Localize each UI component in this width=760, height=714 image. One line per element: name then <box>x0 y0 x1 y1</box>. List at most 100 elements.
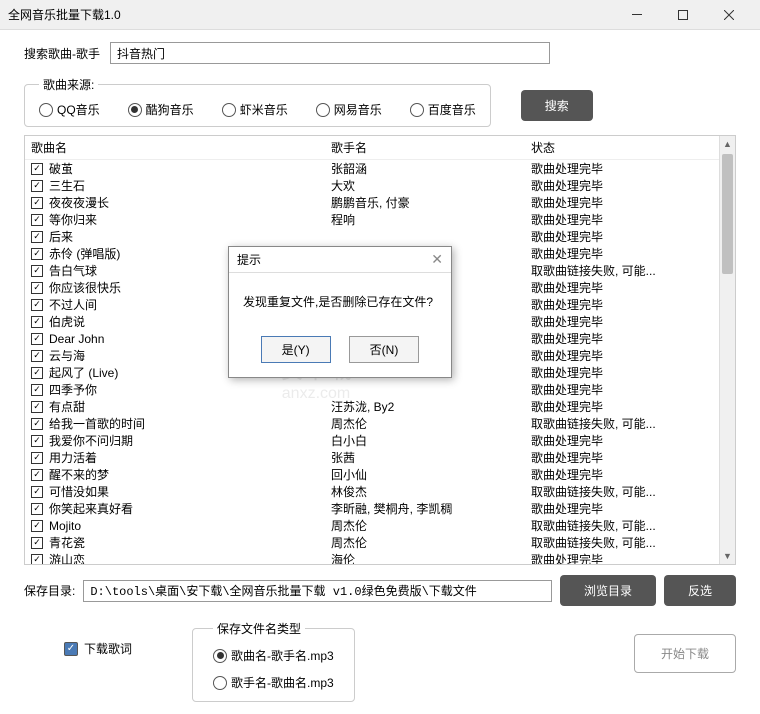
cell-song: 破茧 <box>49 160 331 177</box>
cell-artist: 林俊杰 <box>331 483 531 500</box>
row-checkbox[interactable] <box>31 231 43 243</box>
table-row[interactable]: 用力活着张茜歌曲处理完毕 <box>25 449 719 466</box>
search-input[interactable] <box>110 42 550 64</box>
lyrics-label: 下载歌词 <box>84 640 132 657</box>
row-checkbox[interactable] <box>31 180 43 192</box>
row-checkbox[interactable] <box>31 486 43 498</box>
table-row[interactable]: 可惜没如果林俊杰取歌曲链接失败, 可能... <box>25 483 719 500</box>
minimize-button[interactable] <box>614 0 660 30</box>
cell-status: 歌曲处理完毕 <box>531 330 719 347</box>
table-row[interactable]: 夜夜夜漫长鹏鹏音乐, 付豪歌曲处理完毕 <box>25 194 719 211</box>
radio-icon <box>128 103 142 117</box>
download-lyrics-checkbox[interactable]: ✓ 下载歌词 <box>64 640 132 657</box>
row-checkbox[interactable] <box>31 401 43 413</box>
search-button[interactable]: 搜索 <box>521 90 593 121</box>
row-checkbox[interactable] <box>31 435 43 447</box>
th-song[interactable]: 歌曲名 <box>31 139 331 156</box>
source-radio-1[interactable]: 酷狗音乐 <box>128 101 194 118</box>
cell-status: 歌曲处理完毕 <box>531 296 719 313</box>
cell-status: 歌曲处理完毕 <box>531 551 719 564</box>
table-row[interactable]: 有点甜汪苏泷, By2歌曲处理完毕 <box>25 398 719 415</box>
row-checkbox[interactable] <box>31 163 43 175</box>
cell-song: 三生石 <box>49 177 331 194</box>
dialog-close-icon[interactable]: ✕ <box>431 251 443 268</box>
invert-button[interactable]: 反选 <box>664 575 736 606</box>
row-checkbox[interactable] <box>31 554 43 565</box>
scroll-up-icon[interactable]: ▲ <box>720 136 735 152</box>
cell-status: 歌曲处理完毕 <box>531 313 719 330</box>
cell-artist: 海伦 <box>331 551 531 564</box>
th-status[interactable]: 状态 <box>531 139 719 156</box>
th-artist[interactable]: 歌手名 <box>331 139 531 156</box>
cell-song: 夜夜夜漫长 <box>49 194 331 211</box>
table-row[interactable]: 给我一首歌的时间周杰伦取歌曲链接失败, 可能... <box>25 415 719 432</box>
dialog-yes-button[interactable]: 是(Y) <box>261 336 331 363</box>
row-checkbox[interactable] <box>31 452 43 464</box>
table-row[interactable]: 等你归来程响歌曲处理完毕 <box>25 211 719 228</box>
source-radio-0[interactable]: QQ音乐 <box>39 101 100 118</box>
row-checkbox[interactable] <box>31 384 43 396</box>
source-radio-4[interactable]: 百度音乐 <box>410 101 476 118</box>
dialog-message: 发现重复文件,是否删除已存在文件? <box>243 293 437 310</box>
row-checkbox[interactable] <box>31 350 43 362</box>
table-row[interactable]: 青花瓷周杰伦取歌曲链接失败, 可能... <box>25 534 719 551</box>
radio-icon <box>213 676 227 690</box>
cell-artist: 回小仙 <box>331 466 531 483</box>
dialog-no-button[interactable]: 否(N) <box>349 336 420 363</box>
table-row[interactable]: 你笑起来真好看李昕融, 樊桐舟, 李凯稠歌曲处理完毕 <box>25 500 719 517</box>
radio-icon <box>316 103 330 117</box>
row-checkbox[interactable] <box>31 537 43 549</box>
table-row[interactable]: Mojito周杰伦取歌曲链接失败, 可能... <box>25 517 719 534</box>
browse-button[interactable]: 浏览目录 <box>560 575 656 606</box>
row-checkbox[interactable] <box>31 418 43 430</box>
row-checkbox[interactable] <box>31 265 43 277</box>
row-checkbox[interactable] <box>31 248 43 260</box>
table-row[interactable]: 游山恋海伦歌曲处理完毕 <box>25 551 719 564</box>
row-checkbox[interactable] <box>31 282 43 294</box>
cell-song: 后来 <box>49 228 331 245</box>
filename-radio-1[interactable]: 歌手名-歌曲名.mp3 <box>213 674 334 691</box>
scrollbar[interactable]: ▲ ▼ <box>719 136 735 564</box>
close-button[interactable] <box>706 0 752 30</box>
cell-status: 歌曲处理完毕 <box>531 160 719 177</box>
cell-song: 有点甜 <box>49 398 331 415</box>
table-row[interactable]: 四季予你歌曲处理完毕 <box>25 381 719 398</box>
row-checkbox[interactable] <box>31 520 43 532</box>
table-row[interactable]: 破茧张韶涵歌曲处理完毕 <box>25 160 719 177</box>
scroll-down-icon[interactable]: ▼ <box>720 548 735 564</box>
cell-status: 取歌曲链接失败, 可能... <box>531 415 719 432</box>
row-checkbox[interactable] <box>31 503 43 515</box>
cell-song: 可惜没如果 <box>49 483 331 500</box>
table-row[interactable]: 后来歌曲处理完毕 <box>25 228 719 245</box>
start-download-button[interactable]: 开始下载 <box>634 634 736 673</box>
cell-song: 游山恋 <box>49 551 331 564</box>
filename-radio-0[interactable]: 歌曲名-歌手名.mp3 <box>213 647 334 664</box>
cell-status: 歌曲处理完毕 <box>531 245 719 262</box>
row-checkbox[interactable] <box>31 299 43 311</box>
cell-status: 取歌曲链接失败, 可能... <box>531 517 719 534</box>
save-path-input[interactable] <box>83 580 552 602</box>
scroll-thumb[interactable] <box>722 154 733 274</box>
cell-status: 歌曲处理完毕 <box>531 194 719 211</box>
row-checkbox[interactable] <box>31 214 43 226</box>
source-radio-3[interactable]: 网易音乐 <box>316 101 382 118</box>
dialog-title: 提示 <box>237 251 261 268</box>
row-checkbox[interactable] <box>31 316 43 328</box>
maximize-button[interactable] <box>660 0 706 30</box>
radio-icon <box>222 103 236 117</box>
cell-status: 歌曲处理完毕 <box>531 364 719 381</box>
cell-status: 取歌曲链接失败, 可能... <box>531 262 719 279</box>
source-radio-2[interactable]: 虾米音乐 <box>222 101 288 118</box>
cell-artist: 白小白 <box>331 432 531 449</box>
filename-legend: 保存文件名类型 <box>213 620 305 637</box>
cell-artist: 李昕融, 樊桐舟, 李凯稠 <box>331 500 531 517</box>
radio-icon <box>213 649 227 663</box>
row-checkbox[interactable] <box>31 197 43 209</box>
row-checkbox[interactable] <box>31 367 43 379</box>
table-row[interactable]: 我爱你不问归期白小白歌曲处理完毕 <box>25 432 719 449</box>
titlebar: 全网音乐批量下载1.0 <box>0 0 760 30</box>
row-checkbox[interactable] <box>31 469 43 481</box>
table-row[interactable]: 醒不来的梦回小仙歌曲处理完毕 <box>25 466 719 483</box>
row-checkbox[interactable] <box>31 333 43 345</box>
table-row[interactable]: 三生石大欢歌曲处理完毕 <box>25 177 719 194</box>
